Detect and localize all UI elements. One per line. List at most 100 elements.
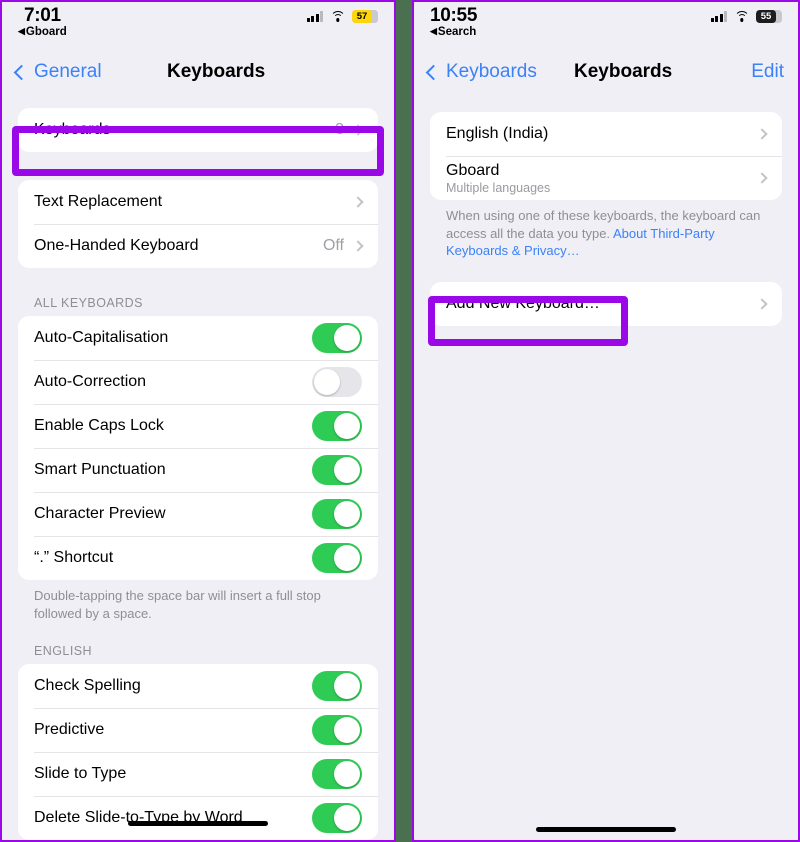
toggle-auto-capitalisation[interactable] (312, 323, 362, 353)
row-label: Add New Keyboard… (446, 294, 600, 312)
edit-button[interactable]: Edit (751, 61, 784, 83)
toggle-auto-correction[interactable] (312, 367, 362, 397)
row-auto-capitalisation[interactable]: Auto-Capitalisation (18, 316, 378, 360)
add-keyboard-group: Add New Keyboard… (430, 281, 782, 326)
chevron-right-icon (352, 124, 364, 136)
row-value: Off (322, 237, 344, 254)
right-phone-panel: 10:55 ◀Search 55 Keyboards Keyboards Edi… (412, 0, 800, 842)
row-period-shortcut[interactable]: “.” Shortcut (18, 536, 378, 580)
text-options-group: Text Replacement One-Handed Keyboard Off (18, 180, 378, 268)
row-label: Gboard (446, 161, 500, 179)
row-auto-correction[interactable]: Auto-Correction (18, 360, 378, 404)
toggle-check-spelling[interactable] (312, 671, 362, 702)
wifi-icon (734, 11, 749, 22)
chevron-left-icon (425, 64, 442, 80)
row-label: Check Spelling (34, 677, 141, 695)
toggle-slide-to-type[interactable] (312, 759, 362, 790)
navigation-bar: Keyboards Keyboards Edit (414, 48, 798, 96)
toggle-delete-slide-to-type-by-word[interactable] (312, 803, 362, 834)
row-label: Auto-Capitalisation (34, 329, 169, 346)
row-character-preview[interactable]: Character Preview (18, 492, 378, 536)
status-time: 7:01 (23, 5, 61, 26)
toggle-predictive[interactable] (312, 715, 362, 746)
toggle-character-preview[interactable] (312, 499, 362, 529)
chevron-left-icon (13, 64, 30, 80)
back-button-label: Keyboards (446, 61, 537, 82)
row-gboard[interactable]: Gboard Multiple languages (430, 156, 782, 200)
row-english-india[interactable]: English (India) (430, 112, 782, 156)
status-back-to-app[interactable]: ◀Search (430, 26, 477, 38)
battery-percent: 57 (356, 11, 368, 22)
status-bar: 7:01 ◀Gboard 57 (2, 2, 394, 48)
page-title: Keyboards (574, 61, 673, 82)
row-delete-slide-to-type-by-word[interactable]: Delete Slide-to-Type by Word (18, 796, 378, 840)
row-enable-caps-lock[interactable]: Enable Caps Lock (18, 404, 378, 448)
row-label: Slide to Type (34, 765, 127, 783)
row-label: One-Handed Keyboard (34, 237, 199, 254)
toggle-enable-caps-lock[interactable] (312, 411, 362, 441)
chevron-right-icon (756, 172, 768, 184)
row-text-stack: English (India) (446, 125, 758, 143)
row-predictive[interactable]: Predictive (18, 708, 378, 752)
row-text-stack: Gboard Multiple languages (446, 162, 758, 195)
chevron-right-icon (352, 240, 364, 252)
battery-icon: 55 (756, 10, 782, 23)
back-button-keyboards[interactable]: Keyboards (425, 61, 537, 83)
page-title: Keyboards (167, 61, 266, 82)
navigation-bar: General Keyboards (2, 48, 394, 96)
row-label: Keyboards (34, 121, 111, 138)
home-indicator (128, 821, 268, 826)
triangle-left-icon: ◀ (430, 26, 437, 36)
row-label: Auto-Correction (34, 373, 147, 390)
row-label: Smart Punctuation (34, 461, 166, 478)
cellular-signal-icon (710, 11, 727, 22)
section-header-english: ENGLISH (34, 644, 93, 659)
row-label: Enable Caps Lock (34, 417, 164, 434)
status-bar-left: 10:55 ◀Search (430, 2, 477, 38)
status-bar: 10:55 ◀Search 55 (414, 2, 798, 48)
row-label: Text Replacement (34, 193, 163, 210)
status-back-to-app[interactable]: ◀Gboard (18, 26, 67, 38)
toggle-period-shortcut[interactable] (312, 543, 362, 573)
row-label: Predictive (34, 721, 105, 739)
row-smart-punctuation[interactable]: Smart Punctuation (18, 448, 378, 492)
cellular-signal-icon (306, 11, 323, 22)
row-add-new-keyboard[interactable]: Add New Keyboard… (430, 282, 782, 326)
row-one-handed-keyboard[interactable]: One-Handed Keyboard Off (18, 224, 378, 268)
row-label: English (India) (446, 125, 549, 142)
row-label: Character Preview (34, 505, 166, 522)
left-phone-panel: 7:01 ◀Gboard 57 General Keyboards Keyboa… (0, 0, 396, 842)
status-bar-left: 7:01 ◀Gboard (18, 2, 67, 38)
status-time: 10:55 (430, 5, 478, 26)
wifi-icon (330, 11, 345, 22)
back-button-general[interactable]: General (13, 61, 102, 83)
triangle-left-icon: ◀ (18, 26, 25, 36)
back-button-label: General (34, 61, 102, 82)
chevron-right-icon (756, 297, 768, 310)
status-back-label: Search (437, 26, 477, 38)
section-header-all-keyboards: ALL KEYBOARDS (34, 296, 143, 310)
row-subtitle: Multiple languages (446, 180, 551, 195)
footer-third-party-privacy: When using one of these keyboards, the k… (414, 200, 798, 260)
panel-divider (396, 0, 412, 842)
english-group: Check Spelling Predictive Slide to Type … (18, 664, 378, 840)
row-slide-to-type[interactable]: Slide to Type (18, 752, 378, 796)
chevron-right-icon (756, 128, 768, 140)
row-keyboards[interactable]: Keyboards 3 (18, 108, 378, 152)
battery-percent: 55 (760, 11, 772, 22)
status-bar-right: 55 (710, 2, 782, 23)
status-back-label: Gboard (25, 26, 67, 38)
battery-icon: 57 (352, 10, 378, 23)
toggle-smart-punctuation[interactable] (312, 455, 362, 485)
keyboards-count-group: Keyboards 3 (18, 108, 378, 152)
chevron-right-icon (352, 196, 364, 208)
row-value: 3 (335, 121, 344, 138)
active-keyboards-group: English (India) Gboard Multiple language… (430, 112, 782, 200)
status-bar-right: 57 (306, 2, 378, 23)
home-indicator (536, 827, 676, 832)
screenshot-stage: 7:01 ◀Gboard 57 General Keyboards Keyboa… (0, 0, 800, 842)
row-check-spelling[interactable]: Check Spelling (18, 664, 378, 708)
footer-all-keyboards: Double-tapping the space bar will insert… (34, 588, 321, 621)
row-text-replacement[interactable]: Text Replacement (18, 180, 378, 224)
all-keyboards-group: Auto-Capitalisation Auto-Correction Enab… (18, 316, 378, 580)
